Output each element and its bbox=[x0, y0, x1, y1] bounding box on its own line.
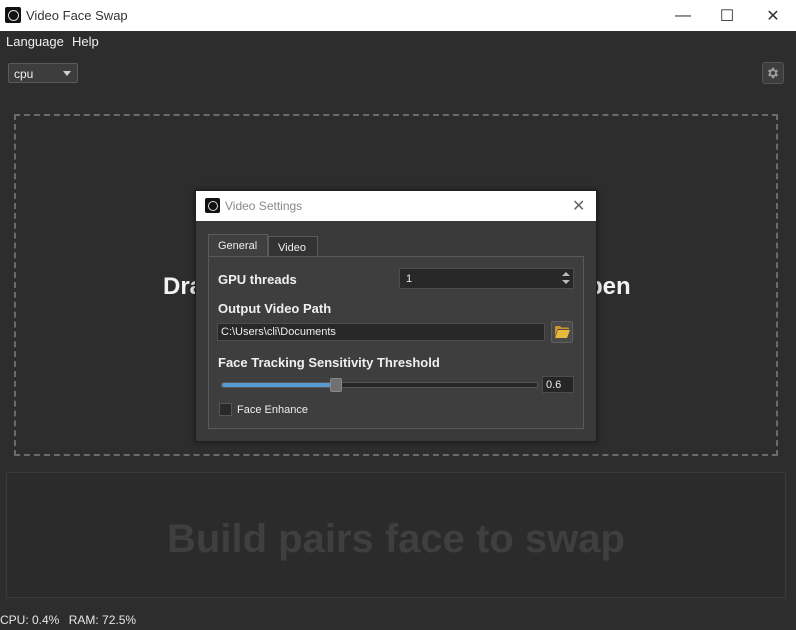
sensitivity-label: Face Tracking Sensitivity Threshold bbox=[218, 355, 440, 370]
output-path-input[interactable]: C:\Users\cli\Documents bbox=[217, 323, 545, 341]
video-settings-dialog: Video Settings ✕ General Video GPU threa… bbox=[195, 190, 597, 442]
slider-fill bbox=[222, 383, 336, 387]
face-pairs-area[interactable]: Build pairs face to swap bbox=[6, 472, 786, 598]
maximize-button[interactable]: ☐ bbox=[704, 0, 750, 31]
app-logo-icon bbox=[205, 198, 220, 213]
spin-arrows[interactable] bbox=[561, 270, 571, 287]
folder-icon bbox=[554, 326, 570, 338]
device-select[interactable]: cpu bbox=[8, 63, 78, 83]
gear-icon bbox=[767, 67, 779, 79]
slider-handle[interactable] bbox=[330, 378, 343, 392]
device-select-value: cpu bbox=[14, 67, 34, 81]
menu-help[interactable]: Help bbox=[72, 34, 99, 49]
chevron-down-icon bbox=[63, 71, 71, 76]
sensitivity-slider[interactable] bbox=[221, 378, 538, 392]
face-enhance-label: Face Enhance bbox=[237, 404, 308, 416]
menu-bar: Language Help bbox=[0, 31, 796, 51]
app-logo-icon bbox=[5, 7, 21, 23]
ram-usage: RAM: 72.5% bbox=[68, 613, 137, 627]
status-bar: CPU: 0.4% RAM: 72.5% bbox=[0, 613, 142, 627]
sensitivity-value[interactable]: 0.6 bbox=[542, 376, 574, 393]
gpu-threads-label: GPU threads bbox=[218, 272, 297, 287]
dialog-title-bar: Video Settings ✕ bbox=[196, 191, 596, 221]
browse-folder-button[interactable] bbox=[551, 321, 573, 343]
settings-button[interactable] bbox=[762, 62, 784, 84]
chevron-down-icon[interactable] bbox=[562, 280, 570, 284]
dialog-title: Video Settings bbox=[225, 199, 303, 213]
gpu-threads-spinbox[interactable]: 1 bbox=[399, 268, 574, 289]
title-bar: Video Face Swap — ☐ ✕ bbox=[0, 0, 796, 31]
face-enhance-checkbox[interactable] bbox=[219, 403, 232, 416]
pairs-placeholder: Build pairs face to swap bbox=[167, 517, 625, 561]
window-title: Video Face Swap bbox=[26, 8, 128, 23]
close-button[interactable]: ✕ bbox=[750, 0, 796, 31]
tab-general[interactable]: General bbox=[208, 234, 268, 258]
chevron-up-icon[interactable] bbox=[562, 272, 570, 276]
dialog-close-button[interactable]: ✕ bbox=[572, 196, 585, 216]
gpu-threads-value: 1 bbox=[406, 273, 413, 285]
cpu-usage: CPU: 0.4% bbox=[0, 613, 60, 627]
output-path-label: Output Video Path bbox=[218, 301, 332, 316]
minimize-button[interactable]: — bbox=[660, 0, 706, 31]
tab-video[interactable]: Video bbox=[268, 236, 318, 258]
general-tab-panel: GPU threads 1 Output Video Path C:\Users… bbox=[208, 256, 584, 429]
menu-language[interactable]: Language bbox=[6, 34, 64, 49]
